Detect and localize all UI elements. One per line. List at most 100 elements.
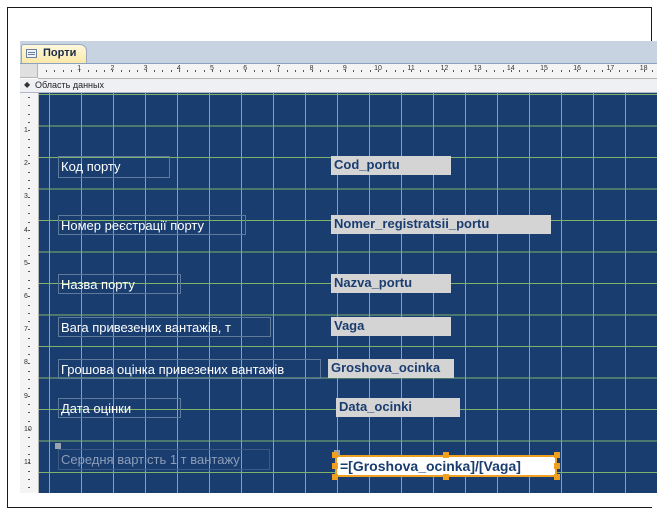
collapse-arrow-icon[interactable]: ◆ [24,80,30,89]
resize-handle-bottom-right[interactable] [554,474,560,480]
ruler-tick [28,246,30,248]
document-tab-bar: Порти [20,41,657,64]
ruler-tick [328,70,330,72]
control-groshova-ocinka[interactable]: Groshova_ocinka [328,359,454,378]
ruler-tick [28,362,30,364]
resize-handle-bottom-center[interactable] [443,474,449,480]
ruler-corner[interactable] [20,64,38,78]
ruler-tick [278,70,280,72]
ruler-tick [28,146,30,148]
ruler-tick [552,70,554,72]
horizontal-ruler[interactable]: 1 2 3 4 5 6 7 8 9 10 11 12 13 14 15 16 17 18 [38,64,657,79]
resize-handle-top-right[interactable] [554,452,560,458]
ruler-tick [28,105,30,107]
ruler-tick [28,138,30,140]
resize-handle-middle-left[interactable] [332,463,338,469]
ruler-tick [54,70,56,72]
ruler-tick [28,404,30,406]
ruler-tick [187,70,189,72]
ruler-tick [28,97,30,98]
ruler-tick [28,113,30,115]
ruler-tick [28,354,30,356]
ruler-tick [28,429,30,430]
ruler-tick [28,412,30,414]
ruler-tick [129,70,130,72]
label-registration-number[interactable]: Номер реєстрації порту [58,215,246,235]
ruler-tick [593,70,595,72]
design-canvas[interactable]: Код порту Cod_portu Номер реєстрації пор… [39,93,657,493]
ruler-tick [220,70,222,72]
ruler-tick [228,70,230,72]
ruler-tick [535,70,537,72]
section-label: Область данных [35,80,104,90]
label-valuation-date[interactable]: Дата оцінки [58,398,181,418]
ruler-tick [28,263,30,264]
control-vaga[interactable]: Vaga [331,317,451,336]
label-cargo-weight[interactable]: Вага привезених вантажів, т [58,317,271,337]
control-nazva-portu[interactable]: Nazva_portu [331,274,451,293]
ruler-tick [336,70,338,72]
ruler-tick [627,70,628,72]
ruler-tick [104,70,106,72]
ruler-tick [610,70,612,72]
ruler-tick [643,70,645,72]
ruler-tick [28,337,30,339]
ruler-tick [28,304,30,306]
tab-label: Порти [43,47,77,59]
ruler-tick [602,70,604,72]
ruler-tick [394,70,396,72]
ruler-tick [28,346,30,347]
ruler-tick [510,70,512,72]
resize-handle-top-left[interactable] [332,452,338,458]
ruler-tick [577,70,579,72]
ruler-tick [469,70,471,72]
ruler-tick [568,70,570,72]
ruler-tick [419,70,421,72]
ruler-tick [28,188,30,190]
ruler-tick [28,287,30,289]
tab-ports[interactable]: Порти [21,44,87,63]
ruler-tick [178,70,180,72]
ruler-tick [28,487,30,489]
ruler-tick [295,70,296,72]
ruler-tick [145,70,147,72]
ruler-tick [319,70,321,72]
ruler-tick [461,70,462,72]
label-average-cost[interactable]: Середня вартість 1 т вантажу [58,449,270,470]
ruler-tick [427,70,429,72]
ruler-tick [153,70,155,72]
label-port-code[interactable]: Код порту [58,156,170,178]
ruler-tick [28,478,30,480]
ruler-tick [245,70,247,72]
ruler-tick [170,70,172,72]
label-cargo-valuation[interactable]: Грошова оцінка привезених вантажів [58,359,321,379]
ruler-tick [28,221,30,223]
ruler-tick [286,70,288,72]
ruler-tick [502,70,504,72]
label-port-name[interactable]: Назва порту [58,274,181,294]
ruler-tick [70,70,72,72]
ruler-tick [203,70,205,72]
vertical-ruler[interactable]: 1234567891011 [20,93,39,493]
ruler-tick [28,370,30,372]
ruler-tick [28,171,30,173]
ruler-tick [28,204,30,206]
ruler-tick [28,213,30,215]
resize-handle-top-center[interactable] [443,452,449,458]
ruler-tick [651,70,653,72]
form-icon [26,49,37,58]
section-header-detail[interactable]: ◆ Область данных [20,79,657,93]
control-data-ocinki[interactable]: Data_ocinki [336,398,460,417]
resize-handle-bottom-left[interactable] [332,474,338,480]
ruler-tick [28,387,30,389]
ruler-tick [28,180,30,181]
control-nomer-registratsii-portu[interactable]: Nomer_registratsii_portu [331,215,551,234]
ruler-tick [95,70,97,72]
ruler-tick [28,229,30,231]
ruler-tick [195,70,197,72]
ruler-tick [28,321,30,323]
control-cod-portu[interactable]: Cod_portu [331,156,451,175]
ruler-tick [46,70,47,72]
ruler-tick [527,70,529,72]
resize-handle-middle-right[interactable] [554,463,560,469]
